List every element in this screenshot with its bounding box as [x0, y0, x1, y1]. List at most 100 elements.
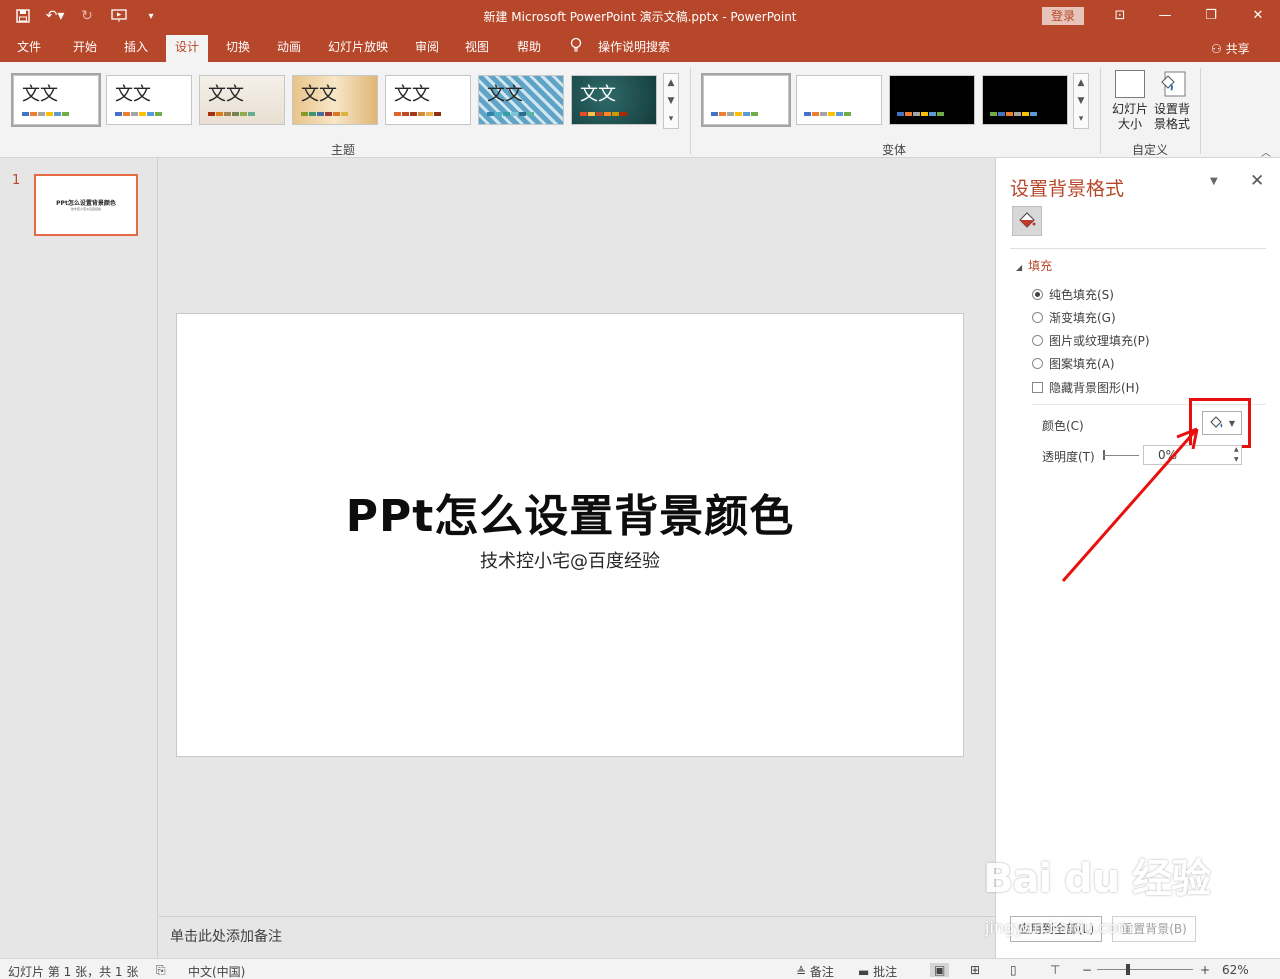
- theme-dark-teal[interactable]: 文文: [571, 75, 657, 125]
- tab-transitions[interactable]: 切换: [216, 37, 260, 62]
- gallery-more-icon[interactable]: ▾: [664, 110, 678, 128]
- watermark-brand: Bai du 经验: [983, 856, 1211, 902]
- variant-3[interactable]: [889, 75, 975, 125]
- group-divider: [690, 68, 691, 154]
- collapse-triangle-icon: ◢: [1016, 263, 1023, 272]
- themes-gallery-scroll[interactable]: ▲ ▼ ▾: [663, 73, 679, 129]
- format-background-button[interactable]: 设置背景格式: [1152, 70, 1192, 132]
- hide-background-graphics-option[interactable]: 隐藏背景图形(H): [1032, 379, 1139, 396]
- normal-view-icon[interactable]: ▣: [930, 963, 950, 977]
- option-label: 图片或纹理填充(P): [1049, 334, 1150, 348]
- tab-view[interactable]: 视图: [456, 37, 498, 62]
- comments-toggle[interactable]: ▬ 批注: [858, 963, 897, 979]
- ribbon-tabs: 文件 开始 插入 设计 切换 动画 幻灯片放映 审阅 视图 帮助 操作说明搜索 …: [0, 32, 1280, 62]
- watermark-url: jingyan.baidu.com: [985, 918, 1133, 937]
- theme-facet[interactable]: 文文: [199, 75, 285, 125]
- login-button[interactable]: 登录: [1042, 7, 1084, 25]
- tab-help[interactable]: 帮助: [508, 37, 550, 62]
- gallery-more-icon[interactable]: ▾: [1074, 110, 1088, 128]
- option-label: 图案填充(A): [1049, 357, 1115, 371]
- radio-selected[interactable]: [1032, 289, 1043, 300]
- slide-thumbnail[interactable]: PPt怎么设置背景颜色 技术控小宅@百度经验: [34, 174, 138, 236]
- theme-ion[interactable]: 文文: [385, 75, 471, 125]
- design-ribbon: 文文 文文 文文 文文 文文 文文 文文 ▲ ▼ ▾ 主题 ▲ ▼ ▾ 变体 幻…: [0, 62, 1280, 159]
- radio[interactable]: [1032, 312, 1043, 323]
- tab-home[interactable]: 开始: [62, 37, 108, 62]
- slideshow-view-icon[interactable]: ⊤: [1050, 963, 1060, 977]
- fill-section-label: 填充: [1028, 259, 1053, 273]
- scroll-down-icon[interactable]: ▼: [664, 92, 678, 110]
- tab-design[interactable]: 设计: [166, 35, 208, 62]
- fill-section-header[interactable]: ◢ 填充: [1016, 257, 1052, 274]
- picture-fill-option[interactable]: 图片或纹理填充(P): [1032, 332, 1150, 349]
- theme-pattern[interactable]: 文文: [478, 75, 564, 125]
- tab-animations[interactable]: 动画: [268, 37, 310, 62]
- tab-file[interactable]: 文件: [8, 37, 50, 62]
- close-window-icon[interactable]: ✕: [1243, 6, 1273, 26]
- notes-label: 备注: [809, 965, 834, 979]
- customize-group-label: 自定义: [1132, 143, 1169, 157]
- zoom-in-icon[interactable]: +: [1200, 963, 1210, 977]
- lightbulb-icon: [566, 37, 586, 62]
- share-label: 共享: [1225, 42, 1250, 56]
- theme-thumb-text: 文文: [487, 84, 523, 105]
- accessibility-icon[interactable]: ⎘: [156, 963, 166, 978]
- tab-insert[interactable]: 插入: [114, 37, 158, 62]
- pane-title: 设置背景格式: [1010, 178, 1125, 200]
- scroll-down-icon[interactable]: ▼: [1074, 92, 1088, 110]
- variants-gallery-scroll[interactable]: ▲ ▼ ▾: [1073, 73, 1089, 129]
- notes-toggle[interactable]: ≜ 备注: [796, 963, 834, 979]
- slide-size-button[interactable]: 幻灯片大小: [1110, 70, 1150, 132]
- variant-4[interactable]: [982, 75, 1068, 125]
- minimize-icon[interactable]: —: [1150, 6, 1180, 26]
- checkbox[interactable]: [1032, 382, 1043, 393]
- slide-title[interactable]: PPt怎么设置背景颜色: [177, 480, 963, 544]
- fill-category-button[interactable]: [1012, 206, 1042, 236]
- theme-organic[interactable]: 文文: [292, 75, 378, 125]
- ribbon-display-options-icon[interactable]: ⊡: [1105, 6, 1135, 26]
- zoom-slider-thumb[interactable]: [1126, 964, 1130, 975]
- close-pane-icon[interactable]: ✕: [1250, 171, 1264, 191]
- theme-thumb-text: 文文: [580, 84, 616, 105]
- collapse-ribbon-icon[interactable]: ︿: [1261, 144, 1271, 159]
- thumb-subtitle: 技术控小宅@百度经验: [70, 207, 101, 211]
- variant-2[interactable]: [796, 75, 882, 125]
- scroll-up-icon[interactable]: ▲: [1074, 74, 1088, 92]
- slide-sorter-icon[interactable]: ⊞: [970, 963, 980, 977]
- variants-group-label: 变体: [882, 143, 907, 157]
- radio[interactable]: [1032, 335, 1043, 346]
- restore-icon[interactable]: ❐: [1196, 6, 1226, 26]
- variant-1[interactable]: [701, 73, 791, 127]
- language-status[interactable]: 中文(中国): [188, 963, 245, 979]
- reading-view-icon[interactable]: ▯: [1010, 963, 1017, 977]
- notes-pane[interactable]: 单击此处添加备注: [159, 916, 995, 958]
- solid-fill-option[interactable]: 纯色填充(S): [1032, 286, 1114, 303]
- theme-office[interactable]: 文文: [11, 73, 101, 127]
- pattern-fill-option[interactable]: 图案填充(A): [1032, 355, 1115, 372]
- group-divider: [1200, 68, 1201, 154]
- radio[interactable]: [1032, 358, 1043, 369]
- zoom-slider[interactable]: [1097, 969, 1193, 970]
- zoom-level[interactable]: 62%: [1222, 963, 1249, 977]
- thumb-title: PPt怎么设置背景颜色: [56, 200, 116, 207]
- zoom-out-icon[interactable]: −: [1082, 963, 1092, 977]
- spin-up-icon[interactable]: ▲: [1234, 446, 1239, 453]
- comments-label: 批注: [873, 965, 898, 979]
- tab-review[interactable]: 审阅: [406, 37, 448, 62]
- spin-down-icon[interactable]: ▼: [1234, 456, 1239, 463]
- gradient-fill-option[interactable]: 渐变填充(G): [1032, 309, 1116, 326]
- paint-bucket-icon: [1019, 212, 1036, 228]
- tab-slideshow[interactable]: 幻灯片放映: [320, 37, 396, 62]
- slide-canvas[interactable]: PPt怎么设置背景颜色 技术控小宅@百度经验: [176, 313, 964, 757]
- theme-office-2[interactable]: 文文: [106, 75, 192, 125]
- pane-options-icon[interactable]: ▼: [1210, 176, 1218, 187]
- slide-subtitle[interactable]: 技术控小宅@百度经验: [177, 547, 963, 573]
- window-title: 新建 Microsoft PowerPoint 演示文稿.pptx - Powe…: [483, 10, 797, 24]
- slide-size-label: 幻灯片大小: [1111, 102, 1148, 131]
- tell-me-search[interactable]: 操作说明搜索: [592, 37, 676, 62]
- share-button[interactable]: ⚇ 共享: [1211, 40, 1250, 57]
- notes-icon: ≜: [796, 965, 810, 979]
- scroll-up-icon[interactable]: ▲: [664, 74, 678, 92]
- theme-thumb-text: 文文: [22, 84, 58, 105]
- option-label: 渐变填充(G): [1049, 311, 1116, 325]
